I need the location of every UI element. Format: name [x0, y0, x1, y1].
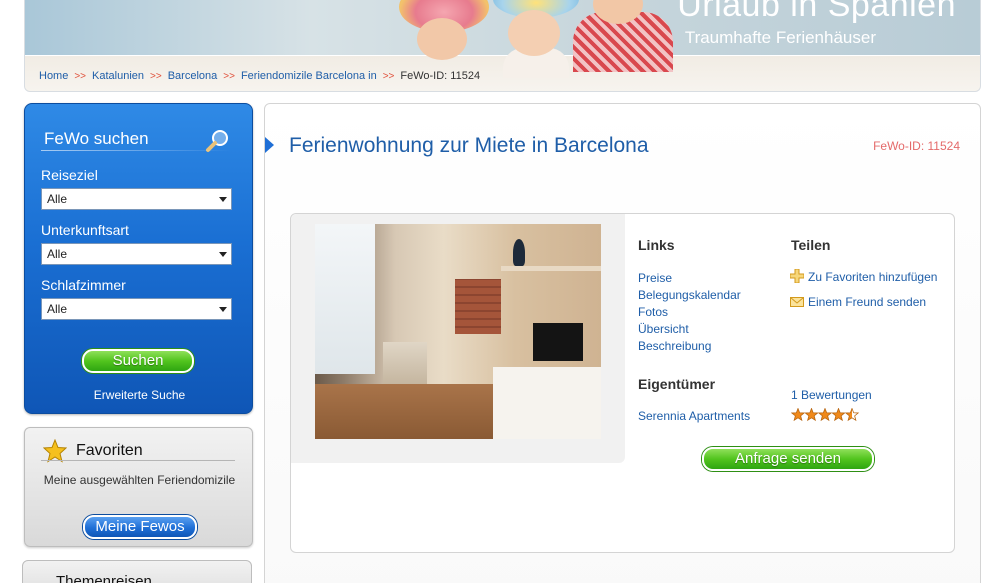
- rating-star: [791, 408, 806, 422]
- photo-tv: [533, 323, 583, 361]
- triangle-right-icon: [265, 137, 274, 153]
- property-detail-panel: Links Preise Belegungskalendar Fotos Übe…: [290, 213, 955, 553]
- schlafzimmer-label: Schlafzimmer: [41, 277, 126, 293]
- reiseziel-label: Reiseziel: [41, 167, 98, 183]
- themenreisen-panel: Themenreisen: [22, 560, 252, 583]
- themenreisen-title: Themenreisen: [56, 573, 152, 583]
- photo-shelf: [501, 266, 601, 271]
- favorites-divider: [41, 460, 235, 461]
- property-links: Preise Belegungskalendar Fotos Übersicht…: [638, 270, 741, 355]
- unterkunftsart-label: Unterkunftsart: [41, 222, 129, 238]
- rating-star: [844, 408, 860, 422]
- rating-star: [804, 408, 819, 422]
- owner-link[interactable]: Serennia Apartments: [638, 409, 750, 423]
- unterkunftsart-select[interactable]: Alle: [41, 243, 232, 265]
- chevron-down-icon: [219, 307, 227, 312]
- favorites-panel: Favoriten Meine ausgewählten Feriendomiz…: [24, 427, 253, 547]
- photo-vase: [513, 239, 525, 266]
- favorites-text: Meine ausgewählten Feriendomizile: [43, 473, 236, 487]
- breadcrumb-katalunien[interactable]: Katalunien: [92, 70, 144, 82]
- breadcrumb-separator: >>: [74, 71, 87, 82]
- banner-child-face: [417, 18, 467, 60]
- unterkunftsart-value: Alle: [47, 247, 68, 261]
- add-favorite-link[interactable]: Zu Favoriten hinzufügen: [808, 270, 937, 284]
- breadcrumb-barcelona[interactable]: Barcelona: [168, 70, 218, 82]
- breadcrumb-separator: >>: [223, 71, 235, 82]
- extended-search-link[interactable]: Erweiterte Suche: [25, 388, 254, 402]
- header-banner: Urlaub in Spanien Traumhafte Ferienhäuse…: [24, 0, 981, 92]
- link-preise[interactable]: Preise: [638, 270, 741, 287]
- rating-star: [817, 408, 833, 422]
- breadcrumb-feriendomizile[interactable]: Feriendomizile Barcelona in: [241, 70, 377, 82]
- share-heading: Teilen: [791, 237, 831, 253]
- reiseziel-select[interactable]: Alle: [41, 188, 232, 210]
- search-button[interactable]: Suchen: [82, 349, 194, 373]
- chevron-down-icon: [219, 197, 227, 202]
- banner-child-face: [508, 10, 560, 56]
- search-divider: [41, 150, 231, 151]
- search-panel: FeWo suchen Reiseziel Alle Unterkunftsar…: [24, 103, 253, 414]
- site-subtitle: Traumhafte Ferienhäuser: [684, 28, 876, 47]
- rating-star: [831, 408, 846, 422]
- reviews-link[interactable]: 1 Bewertungen: [791, 388, 872, 402]
- main-panel: Ferienwohnung zur Miete in Barcelona FeW…: [264, 103, 981, 583]
- link-belegungskalendar[interactable]: Belegungskalendar: [638, 287, 741, 304]
- chevron-down-icon: [219, 252, 227, 257]
- photo-brick-wall: [455, 279, 501, 334]
- photo-window: [315, 224, 375, 374]
- schlafzimmer-select[interactable]: Alle: [41, 298, 232, 320]
- owner-heading: Eigentümer: [638, 376, 716, 392]
- breadcrumb: Home >> Katalunien >> Barcelona >> Feriendomiz…: [39, 70, 480, 82]
- breadcrumb-separator: >>: [150, 71, 162, 82]
- breadcrumb-current: FeWo-ID: 11524: [400, 70, 481, 82]
- link-beschreibung[interactable]: Beschreibung: [638, 338, 741, 355]
- link-fotos[interactable]: Fotos: [638, 304, 741, 321]
- property-photo[interactable]: [315, 224, 601, 439]
- link-uebersicht[interactable]: Übersicht: [638, 321, 741, 338]
- envelope-icon: [790, 297, 804, 307]
- reiseziel-value: Alle: [47, 192, 68, 206]
- page-title: Ferienwohnung zur Miete in Barcelona: [289, 134, 649, 157]
- breadcrumb-home[interactable]: Home: [39, 70, 68, 82]
- schlafzimmer-value: Alle: [47, 302, 68, 316]
- send-friend-link[interactable]: Einem Freund senden: [808, 295, 926, 309]
- plus-icon: [790, 269, 804, 283]
- photo-desk: [493, 367, 601, 439]
- breadcrumb-separator: >>: [382, 71, 395, 82]
- my-fewos-button[interactable]: Meine Fewos: [83, 515, 197, 539]
- fewo-id: FeWo-ID: 11524: [873, 139, 960, 153]
- search-title: FeWo suchen: [44, 129, 149, 148]
- links-heading: Links: [638, 237, 675, 253]
- inquiry-button[interactable]: Anfrage senden: [702, 447, 874, 471]
- site-title: Urlaub in Spanien: [677, 0, 956, 24]
- favorites-title: Favoriten: [76, 442, 143, 459]
- page: Urlaub in Spanien Traumhafte Ferienhäuse…: [0, 0, 1001, 583]
- rating-stars: [791, 408, 860, 422]
